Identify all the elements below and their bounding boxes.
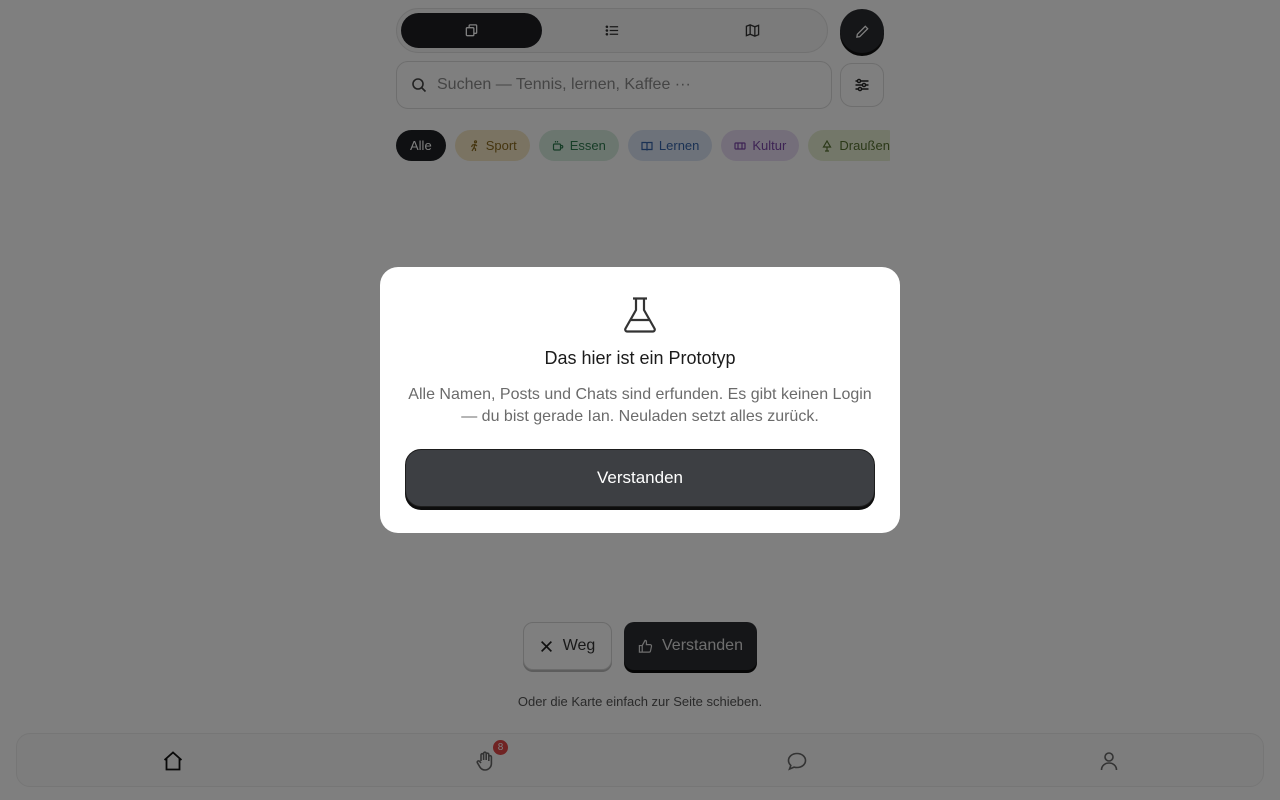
dialog-confirm-label: Verstanden (596, 468, 683, 487)
flask-icon (624, 297, 656, 333)
dialog-confirm-button[interactable]: Verstanden (405, 449, 875, 507)
dialog-body: Alle Namen, Posts und Chats sind erfunde… (408, 386, 872, 425)
dialog-title: Das hier ist ein Prototyp (544, 348, 736, 368)
prototype-dialog: Das hier ist ein Prototyp Alle Namen, Po… (380, 267, 900, 533)
